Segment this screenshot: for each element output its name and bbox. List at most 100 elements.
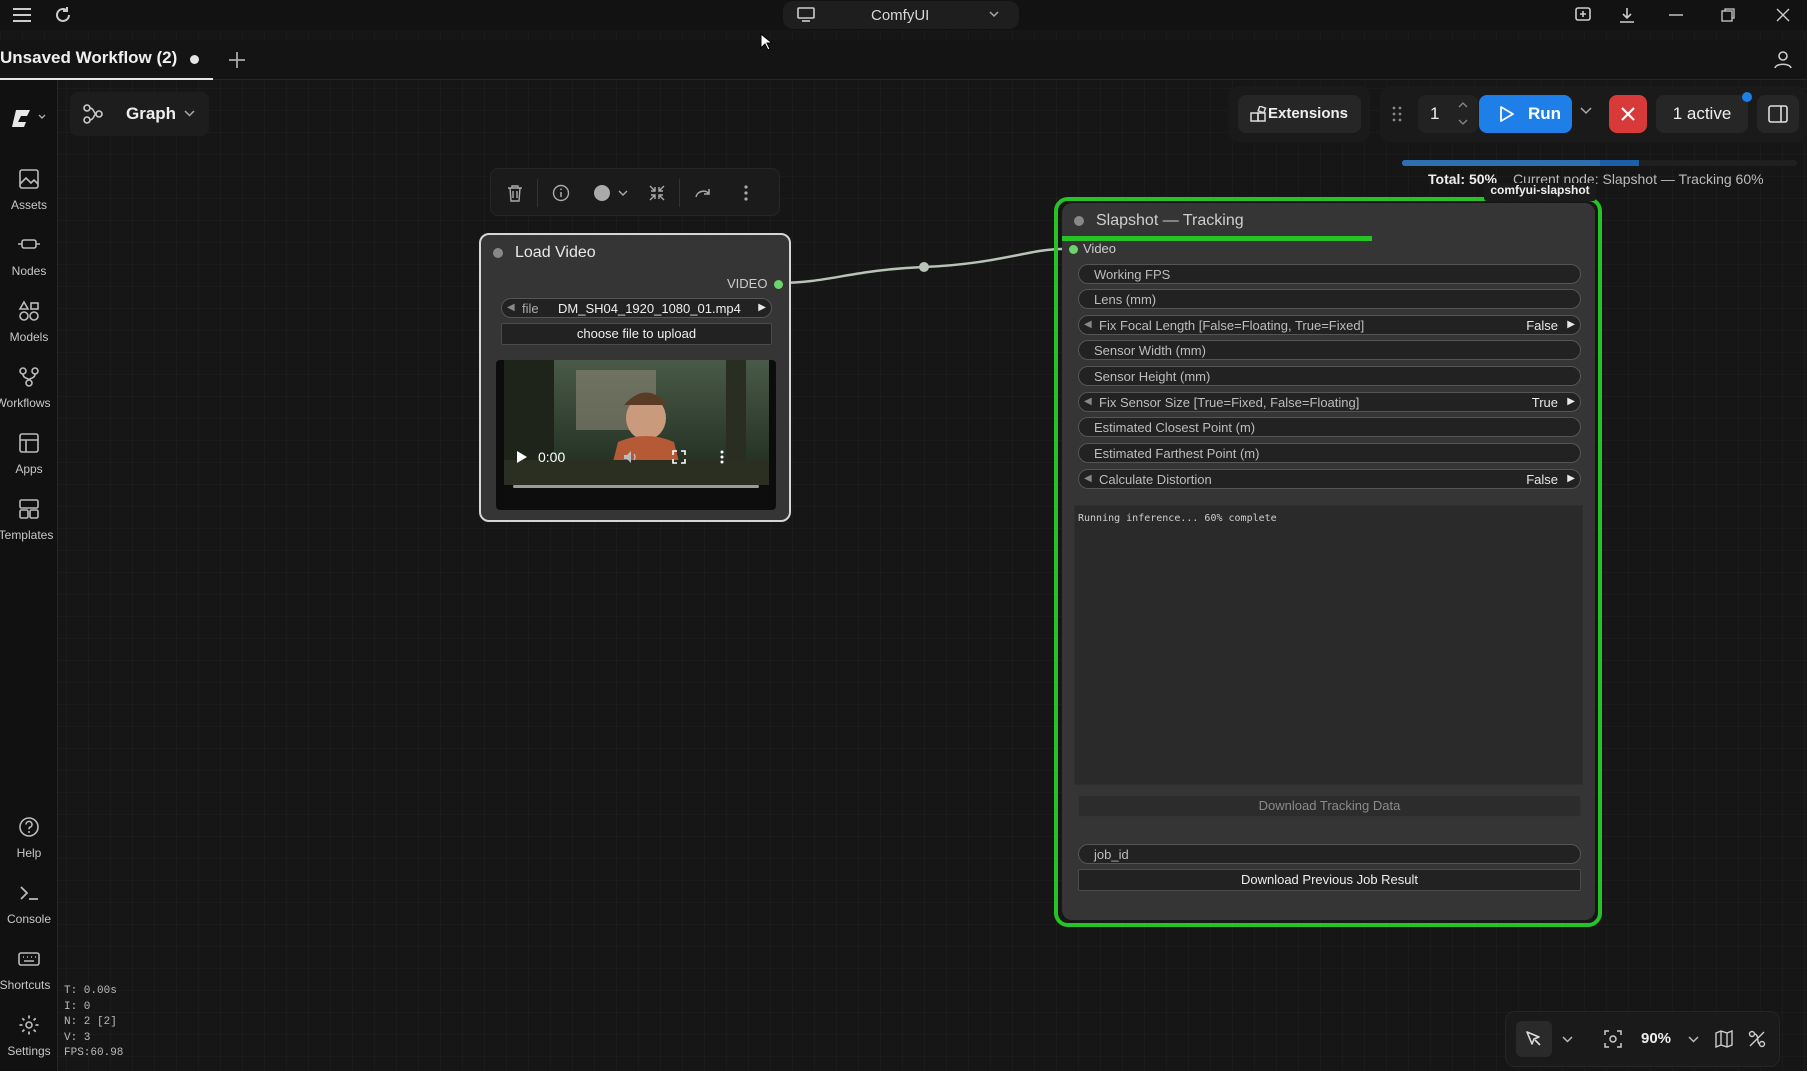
collapse-icon[interactable] bbox=[646, 182, 668, 204]
sidebar-item-help[interactable]: Help bbox=[0, 810, 58, 872]
load-video-node[interactable]: Load Video VIDEO ◀ file DM_SH04_1920_108… bbox=[479, 233, 791, 522]
video-link[interactable] bbox=[770, 240, 1070, 290]
cancel-run-button[interactable] bbox=[1609, 95, 1647, 133]
extensions-label: Extensions bbox=[1267, 105, 1349, 122]
farthest-point-field[interactable]: Estimated Farthest Point (m) bbox=[1078, 443, 1581, 463]
download-icon[interactable] bbox=[1616, 4, 1638, 26]
sidebar-item-console[interactable]: Console bbox=[0, 876, 58, 938]
fullscreen-icon[interactable] bbox=[672, 450, 686, 464]
app-switcher[interactable]: ComfyUI bbox=[783, 1, 1019, 29]
info-icon[interactable] bbox=[550, 182, 572, 204]
working-fps-field[interactable]: Working FPS bbox=[1078, 264, 1581, 284]
batch-count-stepper[interactable]: 1 bbox=[1418, 95, 1478, 133]
sidebar-item-assets[interactable]: Assets bbox=[0, 162, 58, 224]
widget-label: Calculate Distortion bbox=[1099, 472, 1212, 487]
arrow-left-icon[interactable]: ◀ bbox=[507, 302, 515, 313]
minimize-icon[interactable] bbox=[1665, 4, 1687, 26]
fit-view-icon[interactable] bbox=[1602, 1028, 1624, 1050]
output-video-socket[interactable] bbox=[774, 280, 783, 289]
sidebar-item-settings[interactable]: Settings bbox=[0, 1008, 58, 1070]
sidebar-item-apps[interactable]: Apps bbox=[0, 426, 58, 488]
zoom-level[interactable]: 90% bbox=[1641, 1030, 1671, 1047]
sensor-height-field[interactable]: Sensor Height (mm) bbox=[1078, 366, 1581, 386]
file-select-widget[interactable]: ◀ file DM_SH04_1920_1080_01.mp4 ▶ bbox=[501, 298, 772, 318]
restore-icon[interactable] bbox=[1717, 4, 1739, 26]
play-icon[interactable] bbox=[516, 450, 528, 464]
color-picker-icon[interactable] bbox=[591, 182, 633, 204]
hide-links-icon[interactable] bbox=[1746, 1028, 1768, 1050]
node-collapse-dot[interactable] bbox=[493, 248, 503, 258]
minimap-icon[interactable] bbox=[1713, 1028, 1735, 1050]
more-options-icon[interactable] bbox=[735, 182, 757, 204]
sensor-width-field[interactable]: Sensor Width (mm) bbox=[1078, 340, 1581, 360]
sidebar-item-shortcuts[interactable]: Shortcuts bbox=[0, 942, 58, 1004]
upload-button[interactable]: choose file to upload bbox=[501, 323, 772, 345]
queue-active-button[interactable]: 1 active bbox=[1656, 95, 1748, 133]
chevron-down-icon[interactable] bbox=[1458, 119, 1468, 126]
left-sidebar: Assets Nodes Models Workflows Apps Templ… bbox=[0, 80, 58, 1071]
sidebar-item-templates[interactable]: Templates bbox=[0, 492, 58, 554]
link-midpoint[interactable] bbox=[919, 262, 929, 272]
video-preview[interactable]: 0:00 bbox=[496, 360, 776, 510]
bypass-icon[interactable] bbox=[692, 182, 714, 204]
sidebar-item-label: Assets bbox=[10, 198, 47, 212]
nodes-icon bbox=[16, 232, 42, 258]
trash-icon[interactable] bbox=[504, 182, 526, 204]
reload-icon[interactable] bbox=[52, 4, 74, 26]
node-title-bar[interactable]: Load Video bbox=[481, 235, 789, 271]
video-seek-bar[interactable] bbox=[513, 485, 759, 488]
close-window-icon[interactable] bbox=[1772, 4, 1794, 26]
input-video-socket[interactable] bbox=[1069, 245, 1078, 254]
sidebar-item-label: Console bbox=[6, 912, 52, 926]
extensions-icon bbox=[1250, 106, 1267, 123]
node-collapse-dot[interactable] bbox=[1074, 216, 1084, 226]
fix-sensor-size-combo[interactable]: ◀ Fix Sensor Size [True=Fixed, False=Flo… bbox=[1078, 392, 1581, 412]
video-menu-icon[interactable] bbox=[720, 450, 724, 464]
arrow-left-icon[interactable]: ◀ bbox=[1084, 396, 1092, 407]
chevron-down-icon[interactable] bbox=[1556, 1028, 1578, 1050]
job-id-field[interactable]: job_id bbox=[1078, 844, 1581, 864]
hamburger-menu-icon[interactable] bbox=[11, 4, 33, 26]
arrow-right-icon[interactable]: ▶ bbox=[1567, 319, 1575, 330]
drag-handle-icon[interactable] bbox=[1391, 105, 1403, 123]
closest-point-field[interactable]: Estimated Closest Point (m) bbox=[1078, 417, 1581, 437]
node-selection-toolbar bbox=[490, 168, 780, 216]
arrow-left-icon[interactable]: ◀ bbox=[1084, 319, 1092, 330]
run-button[interactable]: Run bbox=[1479, 95, 1572, 133]
models-icon bbox=[16, 298, 42, 324]
download-tracking-button[interactable]: Download Tracking Data bbox=[1078, 795, 1581, 817]
fix-focal-length-combo[interactable]: ◀ Fix Focal Length [False=Floating, True… bbox=[1078, 315, 1581, 335]
stat-line: T: 0.00s bbox=[64, 985, 117, 997]
apps-icon bbox=[16, 430, 42, 456]
node-title-bar[interactable]: Slapshot — Tracking bbox=[1062, 203, 1595, 239]
arrow-right-icon[interactable]: ▶ bbox=[1567, 396, 1575, 407]
user-icon[interactable] bbox=[1772, 48, 1794, 70]
sidebar-item-workflows[interactable]: Workflows bbox=[0, 360, 58, 422]
run-options-chevron-icon[interactable] bbox=[1580, 107, 1592, 115]
arrow-left-icon[interactable]: ◀ bbox=[1084, 473, 1092, 484]
sidebar-item-nodes[interactable]: Nodes bbox=[0, 228, 58, 290]
lens-mm-field[interactable]: Lens (mm) bbox=[1078, 289, 1581, 309]
chevron-up-icon[interactable] bbox=[1458, 101, 1468, 108]
feedback-icon[interactable] bbox=[1572, 4, 1594, 26]
volume-icon[interactable] bbox=[623, 450, 639, 464]
graph-switcher[interactable]: Graph bbox=[70, 92, 209, 136]
arrow-right-icon[interactable]: ▶ bbox=[1567, 473, 1575, 484]
arrow-right-icon[interactable]: ▶ bbox=[758, 302, 766, 313]
new-tab-button[interactable] bbox=[226, 49, 248, 71]
sidebar-item-models[interactable]: Models bbox=[0, 294, 58, 356]
toggle-panel-button[interactable] bbox=[1757, 95, 1799, 133]
chevron-down-icon[interactable] bbox=[1682, 1028, 1704, 1050]
sidebar-item-label: Models bbox=[9, 330, 49, 344]
output-video-label: VIDEO bbox=[727, 276, 768, 291]
extensions-button[interactable]: Extensions bbox=[1238, 95, 1361, 133]
calculate-distortion-combo[interactable]: ◀ Calculate Distortion False ▶ bbox=[1078, 469, 1581, 489]
tab-workflow[interactable]: Unsaved Workflow (2) bbox=[0, 40, 213, 80]
widget-label: Estimated Closest Point (m) bbox=[1094, 420, 1256, 435]
widget-label: Fix Sensor Size [True=Fixed, False=Float… bbox=[1099, 395, 1360, 410]
comfy-logo-icon[interactable] bbox=[10, 106, 46, 130]
canvas-controls: 90% bbox=[1505, 1011, 1780, 1067]
progress-bar bbox=[1402, 160, 1797, 166]
slapshot-tracking-node[interactable]: Slapshot — Tracking Video Working FPS Le… bbox=[1062, 203, 1595, 920]
download-previous-job-button[interactable]: Download Previous Job Result bbox=[1078, 869, 1581, 891]
